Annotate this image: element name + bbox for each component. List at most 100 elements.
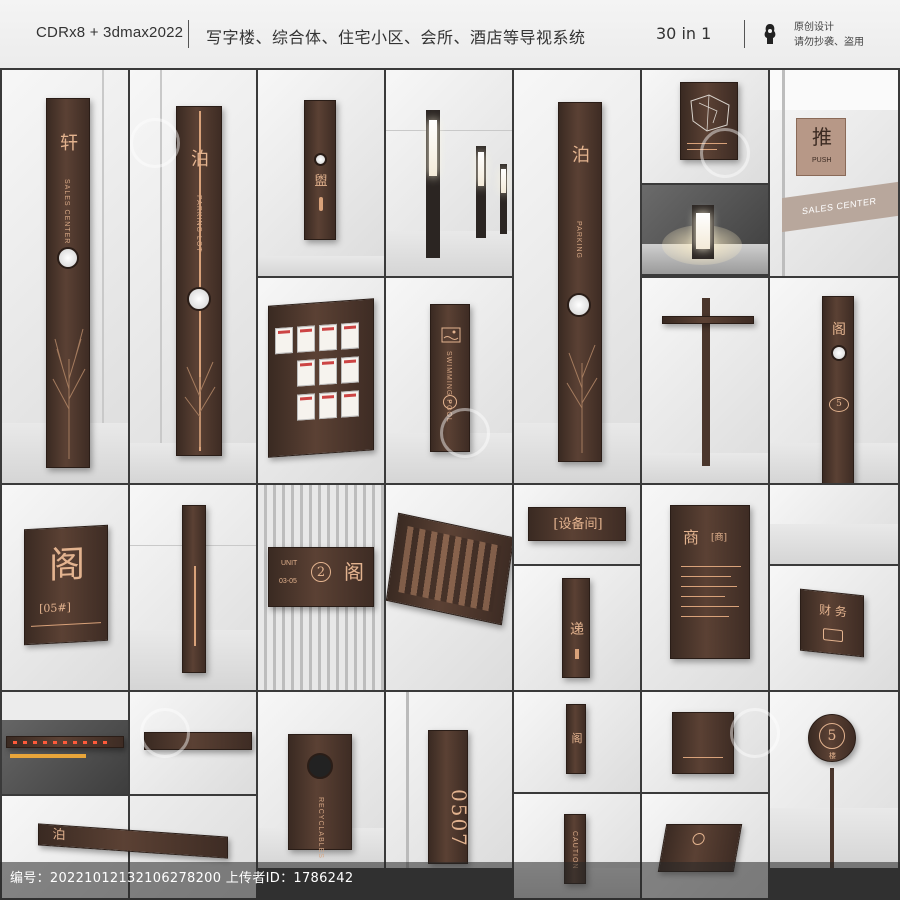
push-plate: 推 PUSH (796, 118, 846, 176)
render-tile-directory-shang: 商 [商] (642, 485, 768, 690)
display-case (386, 512, 512, 626)
render-tile-small-blade: 阁 (514, 692, 640, 792)
notice-paper (297, 359, 315, 387)
tree-engraving-icon (52, 328, 86, 459)
sign-totem: 轩 SALES CENTER (46, 98, 90, 468)
sales-band: SALES CENTER (782, 181, 898, 233)
led-strip (6, 736, 124, 748)
sign-porthole (57, 247, 79, 269)
render-tile-push-door: 推 PUSH SALES CENTER (770, 70, 898, 276)
floor-number: 5 (829, 397, 849, 412)
header-divider (744, 20, 745, 48)
watermark-icon (130, 118, 180, 168)
arrow-left-icon: ‹ (443, 395, 457, 409)
sign-sub: [05#] (39, 600, 71, 616)
sign-round-stand: 5 楼 (808, 714, 856, 762)
render-tile-cross-sign (642, 278, 768, 483)
room-label: [设备间] (553, 517, 603, 532)
sign-char: 盥 (314, 174, 328, 189)
notice-paper (341, 390, 359, 418)
recycling-bin: RECYCLABLES (288, 734, 352, 859)
render-tile-corridor-totem (130, 485, 256, 690)
header-divider (188, 20, 189, 48)
tree-engraving-icon (184, 361, 216, 447)
bin-opening (307, 753, 333, 779)
band-text: SALES CENTER (802, 195, 877, 217)
render-grid: 轩 SALES CENTER 泊 PARKING LOT 盥 泊 PARKING… (0, 68, 900, 900)
render-tile-totem-ge: 阁 5 (770, 278, 898, 483)
sign-wall-blade: 盥 (304, 100, 336, 240)
sign-char: 泊 (191, 149, 209, 170)
sign-totem (182, 505, 206, 673)
notice-paper (319, 391, 337, 420)
lamp-post (476, 146, 486, 238)
sign-char: 阁 (832, 322, 846, 338)
sign-notice-board (268, 298, 374, 458)
render-tile-equipment-room: [设备间] (514, 485, 640, 564)
sign-char: 轩 (60, 133, 78, 154)
sign-char: 递 (570, 622, 584, 638)
notice-paper (341, 322, 359, 350)
render-tile-pedestal (770, 485, 898, 564)
item-count: 30 in 1 (656, 24, 712, 43)
sign-porthole (314, 153, 327, 166)
header-bar: CDRx8 + 3dmax2022 写字楼、综合体、住宅小区、会所、酒店等导视系… (0, 0, 900, 68)
copyright-note: 原创设计 请勿抄袭、盗用 (794, 20, 864, 50)
notice-paper (275, 326, 293, 355)
sign-blade: 递 (562, 578, 590, 678)
push-char: 推 (812, 125, 832, 149)
note-line-1: 原创设计 (794, 22, 834, 33)
render-tile-restroom-sign: 盥 (258, 70, 384, 276)
swimming-icon (441, 327, 461, 343)
signpost-arm (662, 316, 754, 324)
sign-unit-plate: UNIT 03-05 2 阁 (268, 547, 374, 607)
sign-room-number: 0507 (428, 730, 471, 864)
render-tile-finance-sign: 财 务 (770, 566, 898, 690)
notice-paper (341, 356, 359, 384)
sign-vertical-text: PARKING (575, 221, 582, 259)
sign-char: 泊 (52, 827, 66, 844)
upload-id-text: 编号：20221012132106278200 上传者ID：1786242 (10, 871, 354, 886)
stand-pole (830, 768, 834, 868)
render-tile-notice-board (258, 278, 384, 483)
unit-number: 2 (311, 562, 331, 582)
notice-paper (319, 357, 337, 386)
sign-char: 阁 (344, 560, 364, 584)
sign-hanging: 泊 (38, 823, 228, 859)
render-tile-lantern (642, 185, 768, 274)
sign-char: 阁 (48, 544, 85, 587)
bin-label: RECYCLABLES (317, 797, 324, 859)
sign-porthole (187, 287, 211, 311)
page-title: 写字楼、综合体、住宅小区、会所、酒店等导视系统 (206, 28, 586, 47)
watermark-icon (700, 128, 750, 178)
sign-vertical-text: PARKING LOT (195, 195, 202, 253)
render-tile-totem-xuan: 轩 SALES CENTER (2, 70, 128, 483)
badge-icon (764, 24, 776, 44)
notice-paper (319, 323, 337, 352)
render-tile-express-sign: 递 (514, 566, 640, 690)
info-icon (691, 833, 706, 845)
room-number: 0507 (447, 789, 471, 848)
sign-plaque: 阁 [05#] (24, 524, 108, 646)
floor-number: 5 (819, 723, 845, 749)
sign-porthole (567, 293, 591, 317)
unit-floors: 03-05 (279, 578, 297, 585)
notice-paper (297, 393, 315, 421)
floor-sub: 楼 (829, 753, 836, 760)
lantern (692, 205, 714, 259)
render-tile-lamp-posts (386, 70, 512, 276)
render-tile-unit-sign: UNIT 03-05 2 阁 (258, 485, 384, 690)
watermark-icon (440, 408, 490, 458)
note-line-2: 请勿抄袭、盗用 (794, 37, 864, 48)
render-tile-floor-stand: 5 楼 (770, 692, 898, 868)
sign-projecting: 财 务 (800, 588, 864, 658)
render-tile-wall-plaque-ge: 阁 [05#] (2, 485, 128, 690)
sign-porthole (831, 345, 847, 361)
sign-room-plate: [设备间] (528, 507, 626, 541)
unit-label: UNIT (281, 560, 298, 567)
sign-totem: 泊 PARKING (558, 102, 602, 462)
notice-paper (297, 325, 315, 353)
render-tile-led-bar (2, 692, 128, 794)
sign-char: 财 务 (819, 602, 847, 620)
watermark-icon (730, 708, 780, 758)
